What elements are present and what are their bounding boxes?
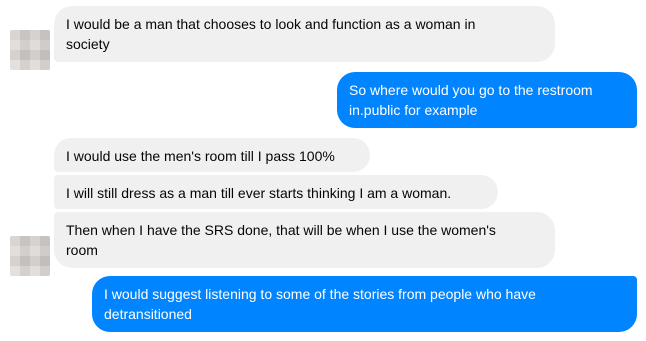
contact-avatar[interactable] [10, 30, 50, 70]
outgoing-message-bubble[interactable]: I would suggest listening to some of the… [92, 276, 637, 332]
incoming-message-bubble[interactable]: Then when I have the SRS done, that will… [54, 212, 555, 268]
outgoing-message-bubble[interactable]: So where would you go to the restroom in… [337, 72, 637, 128]
message-text-line: room [66, 242, 98, 258]
message-text-line: I would be a man that chooses to look an… [66, 16, 476, 32]
message-text-line: I would suggest listening to some of the… [104, 286, 536, 302]
message-text-line: I will still dress as a man till ever st… [66, 185, 452, 201]
message-text-line: Then when I have the SRS done, that will… [66, 222, 496, 238]
message-text-line: in.public for example [349, 102, 478, 118]
message-text-line: detransitioned [104, 306, 192, 322]
message-text-line: So where would you go to the restroom [349, 82, 593, 98]
contact-avatar[interactable] [10, 236, 50, 276]
message-text-line: society [66, 36, 110, 52]
incoming-message-bubble[interactable]: I would use the men's room till I pass 1… [54, 138, 370, 172]
incoming-message-bubble[interactable]: I will still dress as a man till ever st… [54, 175, 498, 209]
incoming-message-bubble[interactable]: I would be a man that chooses to look an… [54, 6, 555, 62]
message-text-line: I would use the men's room till I pass 1… [66, 148, 335, 164]
